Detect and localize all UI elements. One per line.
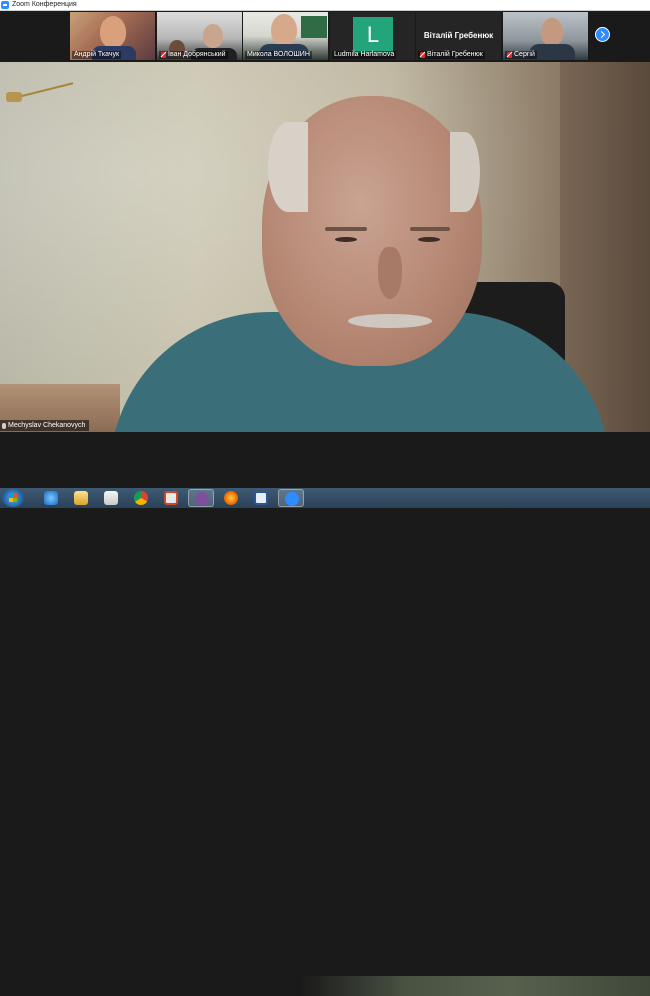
- lamp: [4, 78, 78, 102]
- participant-thumbnail[interactable]: Сергій: [503, 12, 588, 60]
- participant-name-label: Ludmila Harlamova: [332, 51, 397, 59]
- viber-icon[interactable]: [188, 489, 214, 507]
- taskbar: [0, 488, 650, 996]
- firefox-icon[interactable]: [218, 489, 244, 507]
- participant-thumbnail[interactable]: Андрій Ткачук: [70, 12, 155, 60]
- participant-name-label: Іван Добрянський: [159, 51, 228, 59]
- participant-name-label: Віталій Гребенюк: [418, 51, 485, 59]
- title-bar: Zoom Конференция: [0, 0, 650, 11]
- participant-thumbnail[interactable]: Микола ВОЛОШИН: [243, 12, 328, 60]
- mic-muted-icon: [420, 52, 425, 58]
- slides-icon[interactable]: [158, 489, 184, 507]
- zoom-icon[interactable]: [278, 489, 304, 507]
- participant-thumbnail[interactable]: Іван Добрянський: [157, 12, 242, 60]
- participant-thumbnail[interactable]: L Ludmila Harlamova: [330, 12, 415, 60]
- active-speaker-video: [0, 62, 650, 432]
- participant-avatar: L: [353, 17, 393, 53]
- window-title: Zoom Конференция: [12, 1, 77, 8]
- participant-video: [271, 14, 297, 46]
- mic-icon: [2, 422, 6, 429]
- media-player-icon[interactable]: [98, 489, 124, 507]
- mic-muted-icon: [161, 52, 166, 58]
- participant-video: [100, 16, 126, 48]
- participant-thumbnail[interactable]: Віталій Гребенюк Віталій Гребенюк: [416, 12, 501, 60]
- participant-name-label: Андрій Ткачук: [72, 51, 122, 59]
- participant-name-label: Микола ВОЛОШИН: [245, 51, 312, 59]
- participant-video: [203, 24, 223, 48]
- word-icon[interactable]: [248, 489, 274, 507]
- chrome-icon[interactable]: [128, 489, 154, 507]
- participant-name-label: Сергій: [505, 51, 537, 59]
- mic-muted-icon: [507, 52, 512, 58]
- ie-icon[interactable]: [38, 489, 64, 507]
- start-icon[interactable]: [2, 489, 24, 507]
- zoom-logo-icon: [1, 1, 9, 9]
- participant-display-name: Віталій Гребенюк: [423, 31, 494, 40]
- participant-strip: Андрій Ткачук Іван Добрянський Микола ВО…: [0, 11, 650, 62]
- explorer-icon[interactable]: [68, 489, 94, 507]
- participant-video: [541, 18, 563, 46]
- speaker-name-label: Mechyslav Chekanovych: [0, 420, 90, 431]
- chevron-right-icon[interactable]: [595, 27, 610, 42]
